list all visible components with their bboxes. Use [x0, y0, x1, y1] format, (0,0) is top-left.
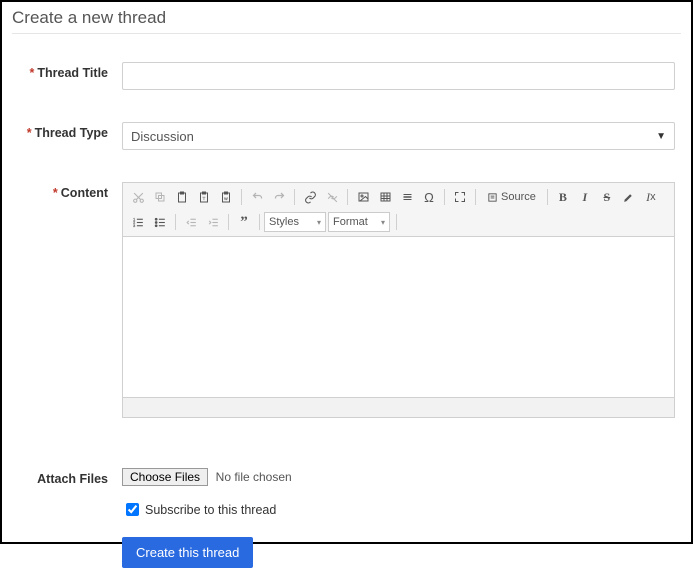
row-thread-type: *Thread Type Discussion ▼	[12, 122, 681, 150]
paste-icon[interactable]	[171, 186, 193, 208]
source-button[interactable]: Source	[480, 186, 543, 208]
toolbar-separator	[347, 189, 348, 205]
thread-title-input[interactable]	[122, 62, 675, 90]
bullet-list-icon[interactable]	[149, 211, 171, 233]
toolbar-separator	[547, 189, 548, 205]
row-content: *Content T	[12, 182, 681, 418]
link-icon[interactable]	[299, 186, 321, 208]
undo-icon[interactable]	[246, 186, 268, 208]
image-icon[interactable]	[352, 186, 374, 208]
row-attach-files: Attach Files Choose Files No file chosen	[12, 468, 681, 486]
thread-type-select[interactable]: Discussion ▼	[122, 122, 675, 150]
toolbar-separator	[475, 189, 476, 205]
toolbar-separator	[259, 214, 260, 230]
numbered-list-icon[interactable]: 123	[127, 211, 149, 233]
toolbar-separator	[175, 214, 176, 230]
choose-files-button[interactable]: Choose Files	[122, 468, 208, 486]
blockquote-icon[interactable]: ”	[233, 211, 255, 233]
editor-footer	[123, 397, 674, 417]
format-dropdown[interactable]: Format▾	[328, 212, 390, 232]
toolbar-separator	[396, 214, 397, 230]
label-thread-title: *Thread Title	[12, 62, 122, 80]
chevron-down-icon: ▾	[317, 218, 321, 227]
table-icon[interactable]	[374, 186, 396, 208]
subscribe-row: Subscribe to this thread	[122, 500, 681, 519]
paste-text-icon[interactable]: T	[193, 186, 215, 208]
create-thread-button[interactable]: Create this thread	[122, 537, 253, 568]
label-content: *Content	[12, 182, 122, 200]
chevron-down-icon: ▼	[656, 131, 666, 142]
required-marker: *	[53, 186, 58, 200]
unlink-icon[interactable]	[321, 186, 343, 208]
required-marker: *	[27, 126, 32, 140]
toolbar-separator	[241, 189, 242, 205]
svg-text:W: W	[224, 196, 228, 201]
styles-dropdown[interactable]: Styles▾	[264, 212, 326, 232]
outdent-icon[interactable]	[180, 211, 202, 233]
maximize-icon[interactable]	[449, 186, 471, 208]
strike-button[interactable]: S	[596, 186, 618, 208]
redo-icon[interactable]	[268, 186, 290, 208]
toolbar-separator	[444, 189, 445, 205]
subscribe-checkbox[interactable]	[126, 503, 139, 516]
cut-icon[interactable]	[127, 186, 149, 208]
required-marker: *	[30, 66, 35, 80]
create-thread-form: Create a new thread *Thread Title *Threa…	[0, 0, 693, 544]
editor-toolbar: T W	[123, 183, 674, 237]
file-status-text: No file chosen	[216, 470, 292, 484]
special-char-icon[interactable]: Ω	[418, 186, 440, 208]
copy-icon[interactable]	[149, 186, 171, 208]
italic-button[interactable]: I	[574, 186, 596, 208]
label-thread-type: *Thread Type	[12, 122, 122, 140]
highlight-icon[interactable]	[618, 186, 640, 208]
label-attach-files: Attach Files	[12, 468, 122, 486]
row-thread-title: *Thread Title	[12, 62, 681, 90]
indent-icon[interactable]	[202, 211, 224, 233]
editor-content-area[interactable]	[123, 237, 674, 397]
svg-text:3: 3	[133, 223, 135, 227]
chevron-down-icon: ▾	[381, 218, 385, 227]
paste-word-icon[interactable]: W	[215, 186, 237, 208]
rich-text-editor: T W	[122, 182, 675, 418]
subscribe-label: Subscribe to this thread	[145, 503, 276, 517]
toolbar-separator	[228, 214, 229, 230]
svg-text:T: T	[203, 196, 206, 201]
bold-button[interactable]: B	[552, 186, 574, 208]
remove-format-button[interactable]: Ix	[640, 186, 662, 208]
thread-type-selected: Discussion	[131, 129, 194, 144]
toolbar-separator	[294, 189, 295, 205]
horizontal-rule-icon[interactable]	[396, 186, 418, 208]
page-title: Create a new thread	[12, 6, 681, 34]
